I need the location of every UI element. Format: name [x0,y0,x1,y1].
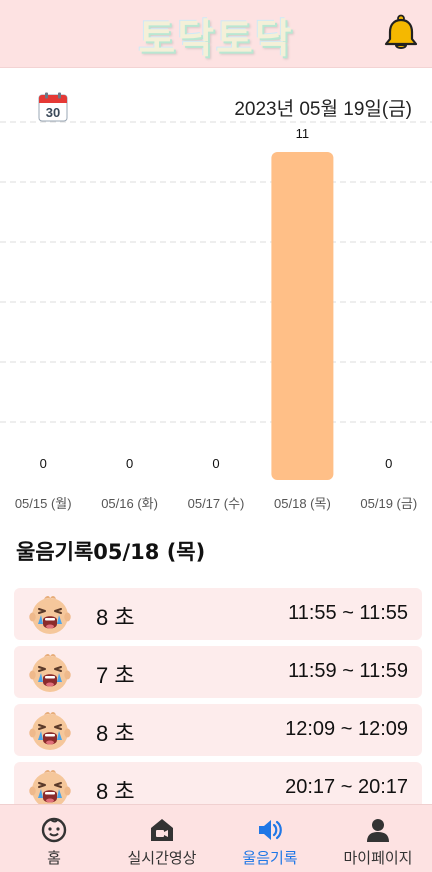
cry-record-row[interactable]: 8 초 20:17 ~ 20:17 [14,762,422,804]
crying-baby-icon [28,594,72,636]
cry-time-range: 20:17 ~ 20:17 [285,776,408,798]
cry-time-range: 11:59 ~ 11:59 [288,660,408,682]
baby-face-icon [40,817,68,843]
nav-item-cry-record[interactable]: 울음기록 [216,805,324,872]
section-title: 울음기록05/18 (목) [16,540,206,564]
cry-record-row[interactable]: 8 초 11:55 ~ 11:55 [14,588,422,640]
cry-duration: 7 초 [96,663,135,688]
crying-baby-icon [28,768,72,804]
cry-duration: 8 초 [96,779,135,804]
bar-value-label: 11 [296,126,310,141]
x-tick-label: 05/16 (화) [101,496,158,511]
speaker-icon [256,817,284,843]
app-title: 토닥토닥 [138,16,294,62]
chart-bar[interactable] [271,152,334,480]
nav-label-cry-record: 울음기록 [242,850,298,867]
nav-item-home[interactable]: 홈 [0,805,108,872]
bell-icon[interactable] [383,14,419,52]
cry-duration: 8 초 [96,721,135,746]
nav-item-live-video[interactable]: 실시간영상 [108,805,216,872]
video-house-icon [148,817,176,843]
crying-baby-icon [28,710,72,752]
cry-duration: 8 초 [96,605,135,630]
app-screen: 토닥토닥 30 2023년 05월 19일(금) 0 05/15 (월) 0 05/1… [0,0,432,872]
x-tick-label: 05/15 (월) [15,496,72,511]
person-icon [364,817,392,843]
cry-record-row[interactable]: 7 초 11:59 ~ 11:59 [14,646,422,698]
cry-record-row[interactable]: 8 초 12:09 ~ 12:09 [14,704,422,756]
x-tick-label: 05/19 (금) [360,496,417,511]
bar-value-label: 0 [385,456,392,471]
bar-value-label: 0 [126,456,133,471]
cry-record-list[interactable]: 8 초 11:55 ~ 11:55 7 초 11:59 ~ 11:59 8 초 … [14,588,422,804]
nav-label-home: 홈 [47,850,61,867]
bar-value-label: 0 [212,456,219,471]
chart-canvas: 0 05/15 (월) 0 05/16 (화) 0 05/17 (수) 11 05/18 (목… [0,121,432,511]
nav-label-my-page: 마이페이지 [343,850,413,867]
bottom-nav: 홈 실시간영상 울음기록 마이페이지 [0,804,432,872]
cry-bar-chart: 0 05/15 (월) 0 05/16 (화) 0 05/17 (수) 11 05/18 (목… [0,110,432,530]
cry-time-range: 12:09 ~ 12:09 [285,718,408,740]
x-tick-label: 05/18 (목) [274,496,331,511]
cry-time-range: 11:55 ~ 11:55 [288,602,408,624]
bar-value-label: 0 [40,456,47,471]
x-tick-label: 05/17 (수) [188,496,245,511]
nav-item-my-page[interactable]: 마이페이지 [324,805,432,872]
crying-baby-icon [28,652,72,694]
app-header: 토닥토닥 [0,0,432,68]
nav-label-live-video: 실시간영상 [127,850,197,867]
